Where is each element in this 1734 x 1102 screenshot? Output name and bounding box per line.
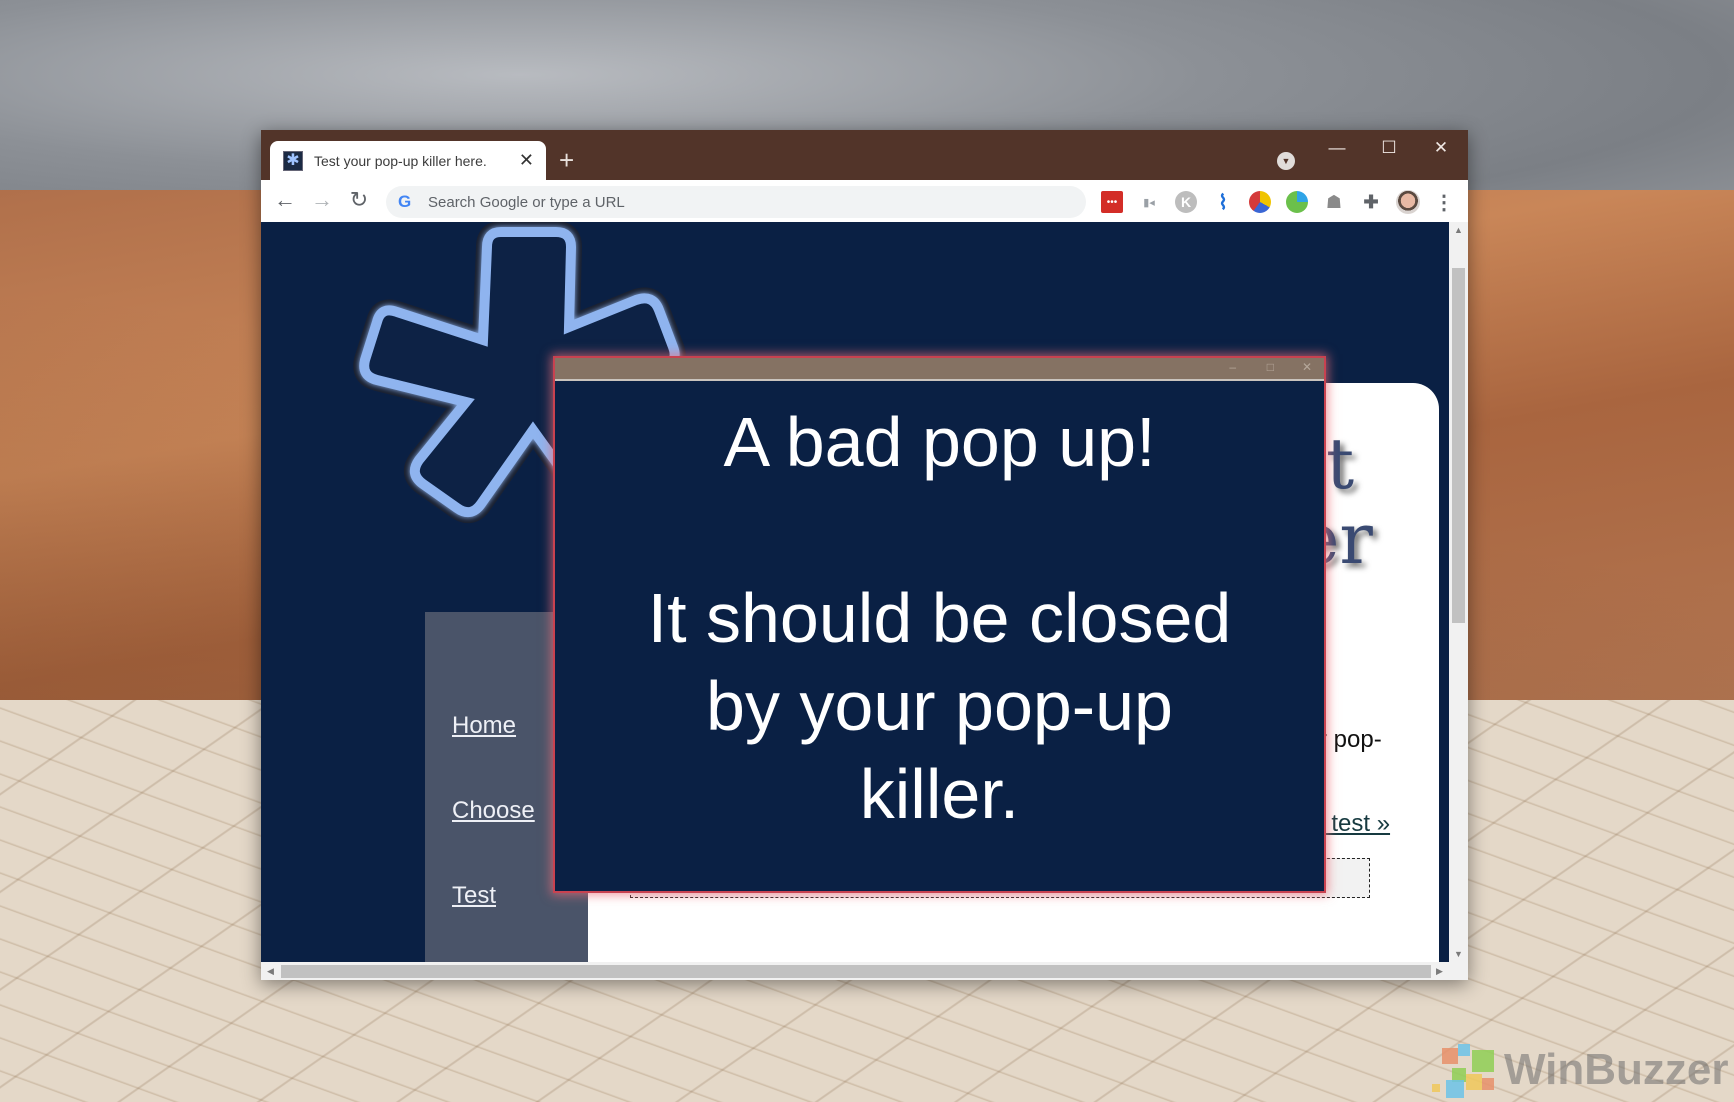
winbuzzer-watermark-text: WinBuzzer — [1504, 1045, 1729, 1094]
popup-message-line: A bad pop up! — [723, 403, 1156, 481]
scroll-left-arrow-icon[interactable]: ◀ — [267, 966, 274, 977]
popup-message-line: by your pop-up — [706, 667, 1173, 745]
popup-message: A bad pop up! It should be closed by you… — [555, 398, 1324, 838]
tab-close-icon[interactable]: ✕ — [519, 150, 534, 171]
tab-search-button[interactable]: ▼ — [1277, 152, 1295, 170]
vertical-scrollbar-thumb[interactable] — [1452, 268, 1465, 623]
green-chart-extension-icon[interactable] — [1286, 191, 1308, 213]
tab-active[interactable]: ✱ Test your pop-up killer here. ✕ — [270, 141, 546, 180]
winbuzzer-watermark: WinBuzzer — [1432, 1040, 1729, 1100]
intro-text-fragment: r pop- — [1319, 726, 1382, 753]
forward-button[interactable]: → — [308, 188, 336, 212]
scroll-down-arrow-icon[interactable]: ▼ — [1454, 949, 1463, 959]
popup-message-line: It should be closed — [647, 579, 1232, 657]
pie-chart-extension-icon[interactable] — [1249, 191, 1271, 213]
window-maximize-button[interactable]: ☐ — [1369, 138, 1409, 158]
tab-strip: ✱ Test your pop-up killer here. ✕ + ▼ — … — [261, 130, 1468, 180]
android-extension-icon[interactable]: ☗ — [1323, 191, 1345, 213]
nav-link-test[interactable]: Test — [452, 882, 496, 910]
popup-message-spacer — [555, 486, 1324, 574]
new-tab-button[interactable]: + — [559, 147, 574, 173]
vertical-scrollbar[interactable]: ▲ ▼ — [1449, 222, 1468, 962]
scroll-up-arrow-icon[interactable]: ▲ — [1454, 225, 1463, 235]
chrome-menu-icon[interactable]: ⋮ — [1433, 191, 1455, 214]
popup-titlebar[interactable]: – □ ✕ — [555, 358, 1324, 381]
media-extension-icon[interactable]: ▮◂ — [1138, 191, 1160, 213]
window-minimize-button[interactable]: — — [1317, 138, 1357, 158]
popup-message-line: killer. — [859, 755, 1020, 833]
feather-extension-icon[interactable]: ⌇ — [1212, 191, 1234, 214]
back-button[interactable]: ← — [271, 188, 299, 212]
profile-avatar[interactable]: ☺ — [1396, 190, 1420, 214]
google-icon: G — [398, 192, 412, 211]
site-favicon-icon: ✱ — [283, 150, 303, 171]
start-test-link[interactable]: t test » — [1318, 810, 1390, 838]
k-extension-icon[interactable]: K — [1175, 191, 1197, 213]
window-close-button[interactable]: ✕ — [1421, 138, 1461, 158]
address-bar-placeholder: Search Google or type a URL — [428, 193, 625, 211]
lastpass-extension-icon[interactable]: ••• — [1101, 191, 1123, 213]
page-heading-fragment-1: t — [1326, 423, 1355, 505]
reload-button[interactable]: ↻ — [345, 188, 373, 212]
popup-window: – □ ✕ A bad pop up! It should be closed … — [553, 356, 1326, 893]
popup-minimize-button[interactable]: – — [1229, 360, 1236, 374]
nav-link-choose[interactable]: Choose — [452, 797, 535, 825]
popup-close-button[interactable]: ✕ — [1302, 360, 1312, 374]
scroll-right-arrow-icon[interactable]: ▶ — [1436, 966, 1443, 977]
address-bar[interactable]: G Search Google or type a URL — [386, 186, 1086, 218]
tab-title: Test your pop-up killer here. — [314, 152, 487, 169]
popup-maximize-button[interactable]: □ — [1267, 360, 1274, 374]
winbuzzer-cubes-logo-icon — [1432, 1044, 1494, 1098]
nav-link-home[interactable]: Home — [452, 712, 516, 740]
horizontal-scrollbar-thumb[interactable] — [281, 965, 1431, 978]
extensions-puzzle-icon[interactable]: ✚ — [1360, 191, 1382, 213]
horizontal-scrollbar[interactable]: ◀ ▶ — [261, 962, 1468, 980]
browser-toolbar: ← → ↻ G Search Google or type a URL ••• … — [261, 180, 1468, 222]
